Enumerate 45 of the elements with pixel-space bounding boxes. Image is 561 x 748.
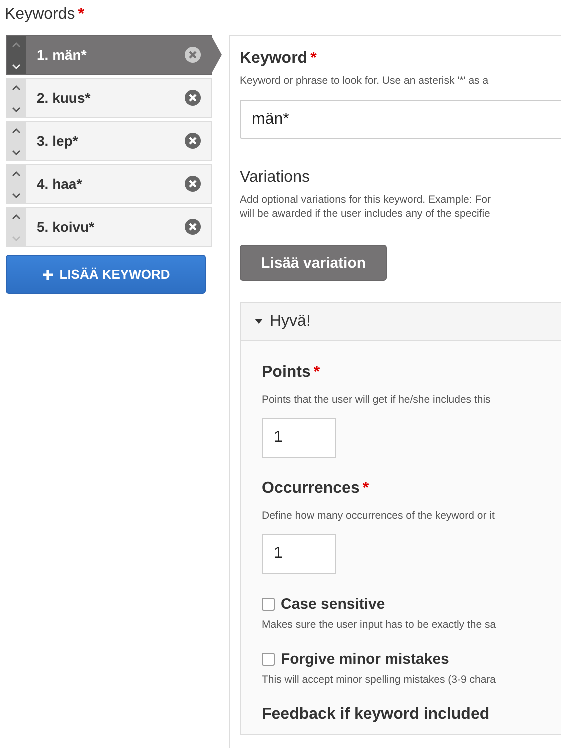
field-label: Points xyxy=(262,364,311,382)
remove-icon[interactable] xyxy=(185,176,201,192)
checkbox[interactable] xyxy=(262,653,275,666)
field-hint: Points that the user will get if he/she includes this xyxy=(262,394,492,406)
move-up-icon[interactable] xyxy=(12,214,21,220)
section-heading: Variations xyxy=(240,169,310,187)
checkbox[interactable] xyxy=(262,598,275,611)
move-down-icon[interactable] xyxy=(12,150,21,156)
remove-icon[interactable] xyxy=(185,47,201,63)
keyword-item[interactable]: 3. lep* xyxy=(6,121,212,161)
field-hint: will be awarded if the user includes any of the specifie xyxy=(240,208,492,220)
field-hint: This will accept minor spelling mistakes (3-9 chara xyxy=(262,674,497,686)
section-title: Keywords xyxy=(5,6,76,24)
number-input[interactable]: 1 xyxy=(262,418,336,458)
field-label: Occurrences xyxy=(262,480,360,498)
plus-icon xyxy=(42,268,54,280)
move-up-icon[interactable] xyxy=(12,128,21,134)
number-input[interactable]: 1 xyxy=(262,534,336,574)
variation-header[interactable]: Hyvä! xyxy=(241,303,561,341)
checkbox-label: Case sensitive xyxy=(281,596,386,613)
keyword-input[interactable]: män* xyxy=(240,100,561,139)
caret-icon xyxy=(255,319,263,324)
remove-icon[interactable] xyxy=(185,219,201,235)
required-mark: * xyxy=(362,480,370,498)
field-hint: Define how many occurrences of the keyword or it xyxy=(262,510,496,522)
checkbox-label: Forgive minor mistakes xyxy=(281,651,450,668)
move-down-icon[interactable] xyxy=(12,107,21,113)
move-up-icon[interactable] xyxy=(12,171,21,177)
move-down-icon[interactable] xyxy=(12,193,21,199)
field-hint: Makes sure the user input has to be exactly the sa xyxy=(262,619,498,631)
field-label: Keyword xyxy=(240,50,308,68)
field-hint: Add optional variations for this keyword. Example: For xyxy=(240,194,492,206)
add-keyword-button[interactable]: LISÄÄ KEYWORD xyxy=(6,255,206,294)
required-mark: * xyxy=(310,50,317,68)
remove-icon[interactable] xyxy=(185,133,201,149)
remove-icon[interactable] xyxy=(185,90,201,106)
section-heading: Feedback if keyword included xyxy=(262,706,490,724)
required-mark: * xyxy=(78,6,84,24)
field-hint: Keyword or phrase to look for. Use an asterisk '*' as a xyxy=(240,75,490,87)
required-mark: * xyxy=(314,364,320,382)
add-variation-button[interactable]: Lisää variation xyxy=(240,245,388,281)
keyword-item[interactable]: 5. koivu* xyxy=(6,207,212,247)
keyword-item[interactable]: 4. haa* xyxy=(6,164,212,204)
move-up-icon[interactable] xyxy=(12,85,21,91)
keyword-item[interactable]: 2. kuus* xyxy=(6,78,212,118)
